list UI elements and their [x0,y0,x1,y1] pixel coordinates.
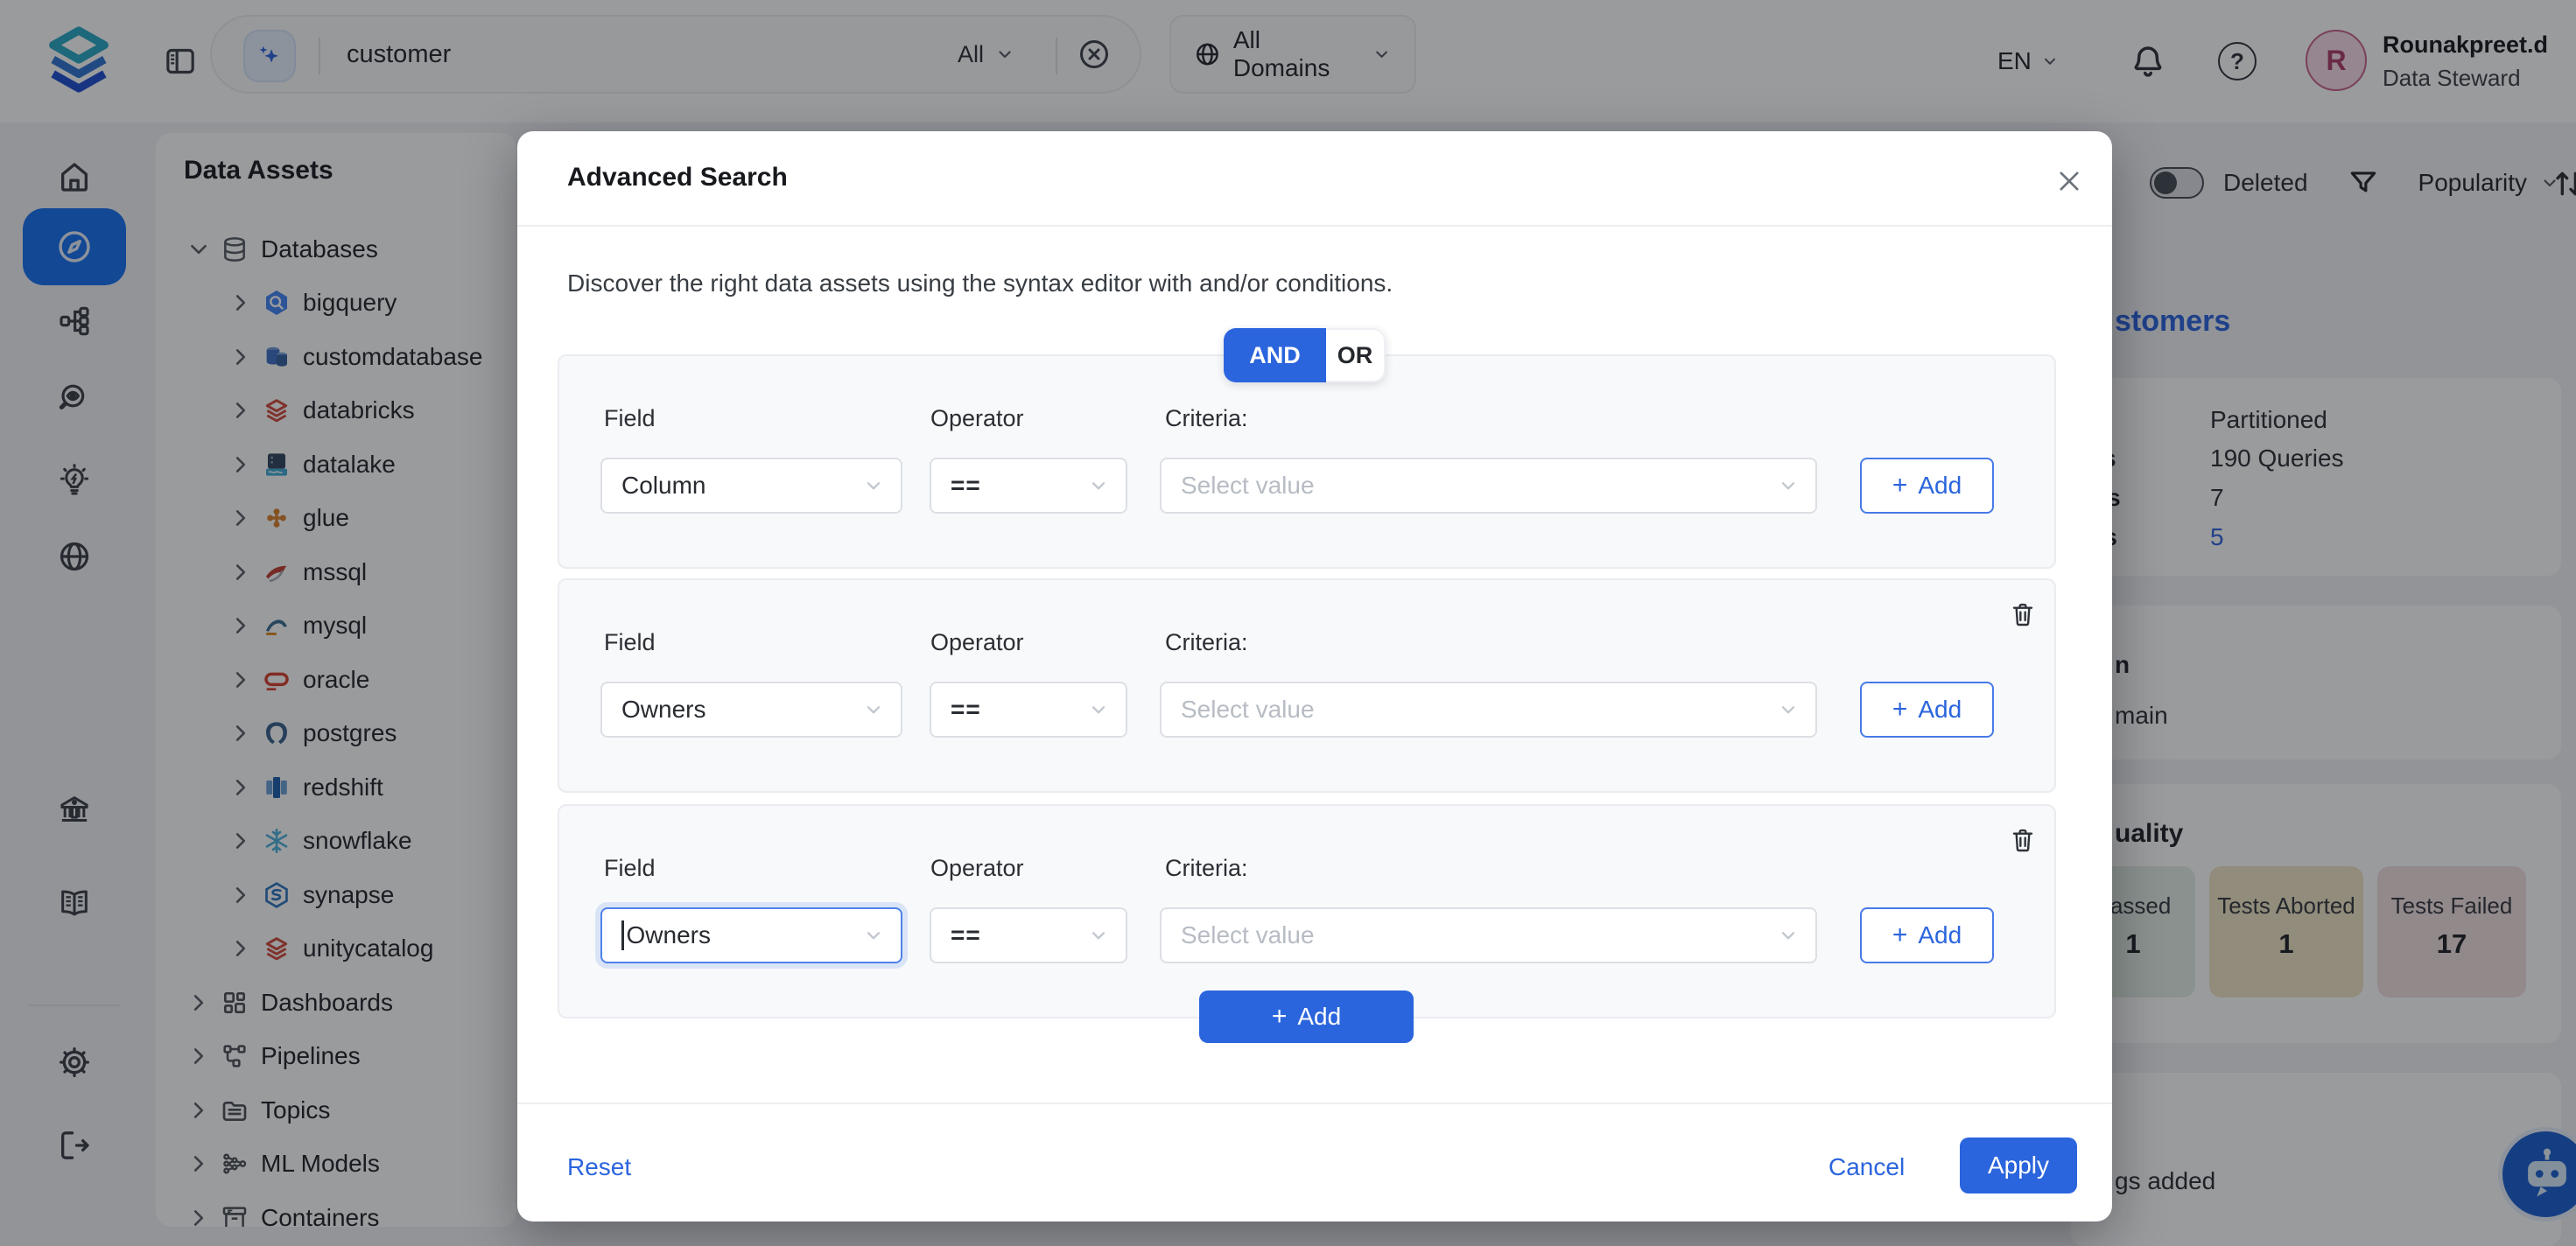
apply-button[interactable]: Apply [1960,1138,2077,1194]
operator-label: Operator [930,405,1024,432]
criteria-select[interactable]: Select value [1160,682,1817,738]
chevron-down-icon [1777,474,1800,497]
plus-icon: + [1892,696,1908,723]
chevron-down-icon [1087,924,1110,947]
cancel-button[interactable]: Cancel [1828,1153,1905,1181]
operator-select[interactable]: == [930,682,1127,738]
field-label: Field [604,405,656,432]
field-select-focused[interactable]: Owners [600,907,902,963]
modal-title: Advanced Search [567,163,788,192]
operator-select[interactable]: == [930,907,1127,963]
field-label: Field [604,855,656,882]
modal-description: Discover the right data assets using the… [567,270,1393,298]
criteria-label: Criteria: [1165,855,1248,882]
close-icon[interactable] [2054,166,2084,196]
logic-toggle: AND OR [1224,328,1386,382]
operator-label: Operator [930,629,1024,656]
chevron-down-icon [1087,474,1110,497]
app-root: customer All All Domains EN ? R Rounakpr… [0,0,2576,1246]
plus-icon: + [1892,472,1908,499]
operator-select[interactable]: == [930,458,1127,514]
delete-condition-icon[interactable] [2009,825,2037,855]
add-criteria-button[interactable]: +Add [1860,682,1994,738]
plus-icon: + [1272,1004,1288,1030]
condition-row-2: Field Operator Criteria: Owners == Selec… [558,578,2056,793]
criteria-label: Criteria: [1165,405,1248,432]
delete-condition-icon[interactable] [2009,599,2037,629]
field-select[interactable]: Column [600,458,902,514]
condition-row-3: Field Operator Criteria: Owners == Selec… [558,804,2056,1018]
reset-link[interactable]: Reset [567,1153,631,1181]
chevron-down-icon [1087,698,1110,721]
chevron-down-icon [1777,698,1800,721]
field-label: Field [604,629,656,656]
modal-header-divider [517,225,2112,227]
chevron-down-icon [862,474,885,497]
modal-footer-divider [517,1102,2112,1104]
chevron-down-icon [862,924,885,947]
add-condition-button[interactable]: +Add [1199,990,1414,1043]
field-select[interactable]: Owners [600,682,902,738]
add-criteria-button[interactable]: +Add [1860,907,1994,963]
criteria-select[interactable]: Select value [1160,907,1817,963]
text-caret [621,920,624,950]
advanced-search-modal: Advanced Search Discover the right data … [517,131,2112,1222]
criteria-label: Criteria: [1165,629,1248,656]
add-criteria-button[interactable]: +Add [1860,458,1994,514]
operator-label: Operator [930,855,1024,882]
criteria-select[interactable]: Select value [1160,458,1817,514]
and-toggle-button[interactable]: AND [1224,328,1326,382]
plus-icon: + [1892,922,1908,948]
chevron-down-icon [862,698,885,721]
chevron-down-icon [1777,924,1800,947]
or-toggle-button[interactable]: OR [1326,328,1386,382]
condition-row-1: Field Operator Criteria: Column == Selec… [558,354,2056,569]
